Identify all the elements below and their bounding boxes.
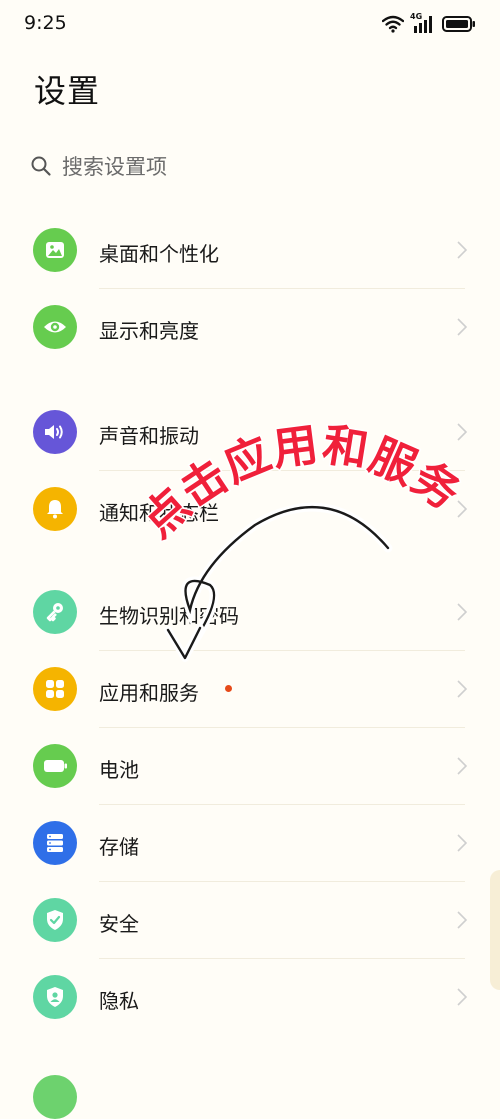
- settings-item-apps-services[interactable]: 应用和服务: [0, 651, 500, 727]
- settings-item-label: 电池: [99, 758, 139, 782]
- settings-item-label: 安全: [99, 912, 139, 936]
- battery-icon: [33, 744, 77, 788]
- wallpaper-icon: [33, 228, 77, 272]
- chevron-right-icon: [457, 988, 468, 1006]
- settings-item-privacy[interactable]: 隐私: [0, 959, 500, 1035]
- battery-status-icon: [442, 16, 475, 32]
- settings-item-label: 通知和状态栏: [99, 501, 219, 525]
- settings-item-label: 生物识别和密码: [99, 604, 239, 628]
- next-item-icon-peek: [33, 1075, 77, 1119]
- page-title: 设置: [34, 72, 101, 110]
- chevron-right-icon: [457, 500, 468, 518]
- chevron-right-icon: [457, 423, 468, 441]
- settings-item-biometrics-password[interactable]: 生物识别和密码: [0, 574, 500, 650]
- storage-icon: [33, 821, 77, 865]
- signal-bars-icon: [414, 16, 432, 33]
- settings-item-label: 存储: [99, 835, 139, 859]
- settings-item-label: 应用和服务: [99, 681, 199, 705]
- settings-item-notifications-status-bar[interactable]: 通知和状态栏: [0, 471, 500, 547]
- shield-check-icon: [33, 898, 77, 942]
- status-icons: 4G: [382, 12, 476, 36]
- cellular-signal: 4G: [410, 12, 436, 34]
- chevron-right-icon: [457, 603, 468, 621]
- settings-item-storage[interactable]: 存储: [0, 805, 500, 881]
- search-input[interactable]: 搜索设置项: [30, 146, 470, 186]
- side-edge-handle[interactable]: [490, 870, 500, 990]
- chevron-right-icon: [457, 241, 468, 259]
- settings-item-label: 隐私: [99, 989, 139, 1013]
- settings-item-label: 桌面和个性化: [99, 242, 219, 266]
- privacy-shield-icon: [33, 975, 77, 1019]
- search-icon: [31, 156, 51, 176]
- eye-icon: [33, 305, 77, 349]
- speaker-icon: [33, 410, 77, 454]
- wifi-icon: [382, 15, 404, 33]
- chevron-right-icon: [457, 911, 468, 929]
- settings-item-security[interactable]: 安全: [0, 882, 500, 958]
- chevron-right-icon: [457, 834, 468, 852]
- settings-item-label: 声音和振动: [99, 424, 199, 448]
- new-badge-dot: [225, 685, 232, 692]
- settings-item-battery[interactable]: 电池: [0, 728, 500, 804]
- settings-item-sound-vibration[interactable]: 声音和振动: [0, 394, 500, 470]
- chevron-right-icon: [457, 318, 468, 336]
- key-icon: [33, 590, 77, 634]
- apps-icon: [33, 667, 77, 711]
- search-placeholder: 搜索设置项: [62, 155, 167, 179]
- bell-icon: [33, 487, 77, 531]
- settings-item-label: 显示和亮度: [99, 319, 199, 343]
- chevron-right-icon: [457, 680, 468, 698]
- settings-item-desktop-personalization[interactable]: 桌面和个性化: [0, 212, 500, 288]
- settings-item-display-brightness[interactable]: 显示和亮度: [0, 289, 500, 365]
- chevron-right-icon: [457, 757, 468, 775]
- status-bar: 9:25 4G: [0, 0, 500, 48]
- status-time: 9:25: [24, 12, 67, 34]
